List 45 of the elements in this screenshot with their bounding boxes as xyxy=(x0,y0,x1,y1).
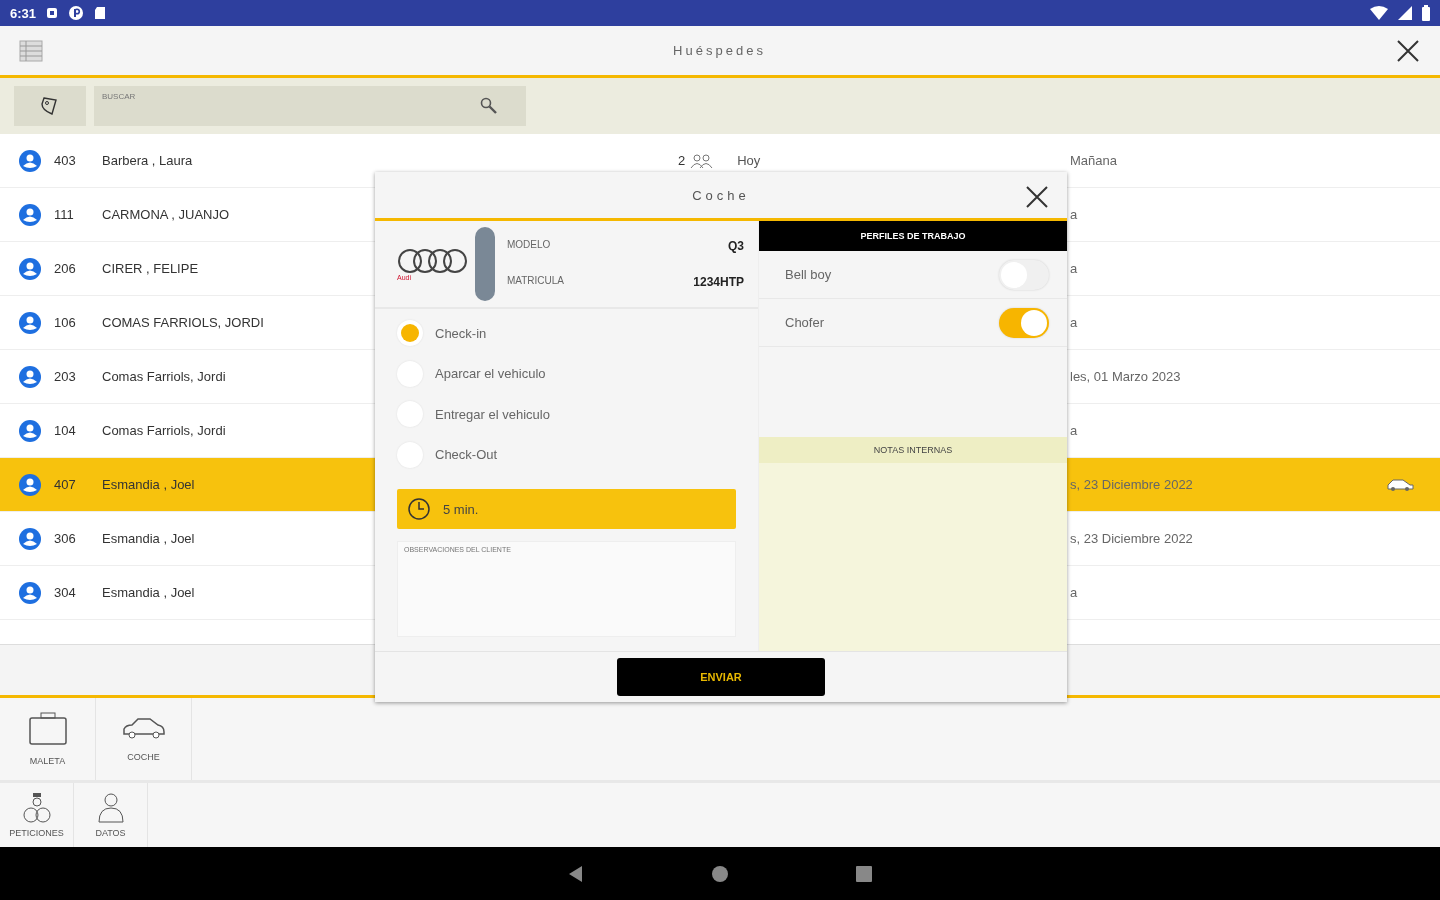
room-number: 206 xyxy=(54,261,77,276)
departure-date: a xyxy=(1070,261,1079,276)
step-label: Check-Out xyxy=(435,447,498,463)
field-value: 1234HTP xyxy=(693,275,744,289)
room-number: 111 xyxy=(54,207,75,222)
departure-date: s, 23 Diciembre 2022 xyxy=(1070,477,1194,492)
room-number: 106 xyxy=(54,315,77,330)
section-header: NOTAS INTERNAS xyxy=(759,437,1067,463)
departure-date: s, 23 Diciembre 2022 xyxy=(1070,531,1194,546)
time-estimate: 5 min. xyxy=(443,501,479,517)
guest-name: Comas Farriols, Jordi xyxy=(102,369,227,384)
profile-label: Chofer xyxy=(785,315,825,330)
guest-name: COMAS FARRIOLS, JORDI xyxy=(102,315,265,330)
step-label: Check-in xyxy=(435,325,487,341)
guest-name: Barbera , Laura xyxy=(102,153,194,168)
room-number: 104 xyxy=(54,423,77,438)
departure-date: les, 01 Marzo 2023 xyxy=(1070,369,1182,384)
departure-date: a xyxy=(1070,585,1079,600)
departure-date: Mañana xyxy=(1070,153,1118,168)
guest-name: Esmandia , Joel xyxy=(102,531,196,546)
room-number: 203 xyxy=(54,369,77,384)
dialog-title: Coche xyxy=(692,187,750,203)
guest-name: Esmandia , Joel xyxy=(102,585,196,600)
page-title: Huéspedes xyxy=(672,43,767,58)
departure-date: a xyxy=(1070,315,1079,330)
room-number: 407 xyxy=(54,477,77,492)
status-time: 6:31 xyxy=(10,5,37,21)
field-value: Q3 xyxy=(728,239,744,253)
room-number: 306 xyxy=(54,531,77,546)
departure-date: a xyxy=(1070,207,1079,222)
profile-label: Bell boy xyxy=(785,267,832,282)
departure-date: a xyxy=(1070,423,1079,438)
room-number: 403 xyxy=(54,153,77,168)
field-label: MATRICULA xyxy=(507,275,565,288)
section-header: PERFILES DE TRABAJO xyxy=(759,221,1067,251)
guest-name: Comas Farriols, Jordi xyxy=(102,423,227,438)
arrival-date: Hoy xyxy=(737,153,761,168)
guest-name: CARMONA , JUANJO xyxy=(102,207,231,222)
field-label: MODELO xyxy=(507,239,551,252)
guest-count: 2 xyxy=(678,153,686,168)
guest-name: CIRER , FELIPE xyxy=(102,261,200,276)
guest-name: Esmandia , Joel xyxy=(102,477,196,492)
room-number: 304 xyxy=(54,585,77,600)
step-label: Aparcar el vehiculo xyxy=(435,366,546,382)
step-label: Entregar el vehiculo xyxy=(435,406,550,422)
